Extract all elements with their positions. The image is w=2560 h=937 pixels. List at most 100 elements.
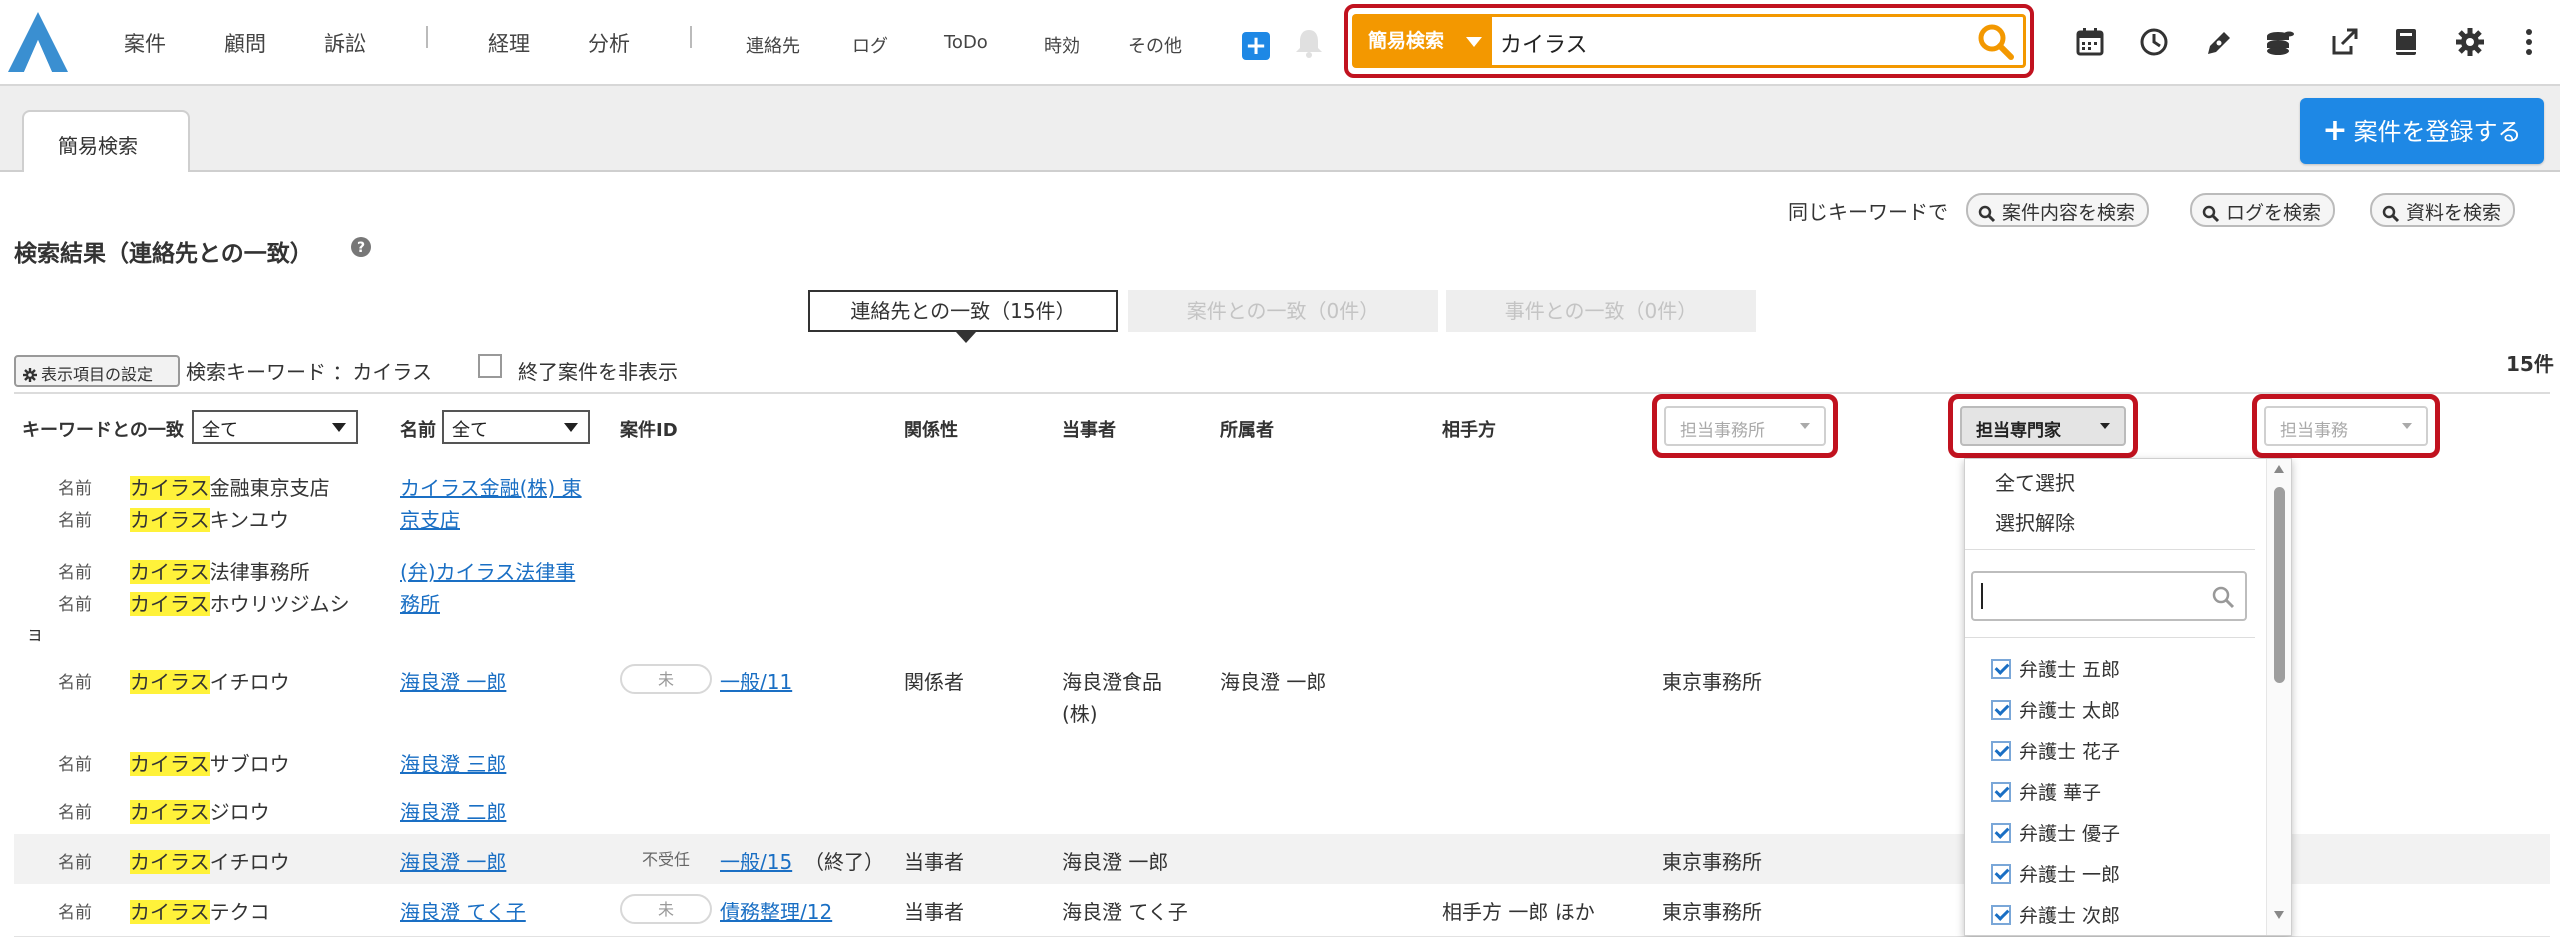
match-value: カイラステクコ (130, 896, 270, 925)
tab-contact-match[interactable]: 連絡先との一致（15件） (808, 290, 1118, 343)
match-field-label: 名前 (58, 903, 92, 923)
expert-option[interactable]: 弁護士 太郎 (1991, 696, 2120, 723)
match-rest: ホウリツジムシ (209, 592, 350, 616)
expert-option[interactable]: 弁護士 花子 (1991, 737, 2120, 764)
expert-option[interactable]: 弁護士 次郎 (1991, 901, 2120, 928)
chevron-down-icon (2402, 423, 2412, 429)
nav-item-todo[interactable]: ToDo (944, 32, 988, 53)
case-id-link[interactable]: 一般/11 (720, 666, 792, 695)
contact-name-link[interactable]: 海良澄 二郎 (400, 796, 506, 825)
checkbox-checked-icon (1991, 782, 2011, 802)
dropdown-divider (1965, 637, 2255, 638)
checkbox-checked-icon (1991, 659, 2011, 679)
search-input[interactable] (1498, 25, 1942, 61)
office-cell: 東京事務所 (1662, 670, 1762, 694)
expert-option[interactable]: 弁護 華子 (1991, 778, 2101, 805)
expert-option[interactable]: 弁護士 優子 (1991, 819, 2120, 846)
bell-icon[interactable] (1292, 26, 1326, 60)
select-all-option[interactable]: 全て選択 (1995, 467, 2075, 496)
gear-icon[interactable] (2452, 24, 2488, 60)
result-count: 15件 (2506, 352, 2554, 376)
nav-item-cases[interactable]: 案件 (124, 28, 166, 58)
contact-name-link[interactable]: 務所 (400, 588, 440, 617)
name-filter[interactable]: 全て (442, 410, 590, 444)
contact-name-link[interactable]: 京支店 (400, 504, 460, 533)
expert-option[interactable]: 弁護士 五郎 (1991, 655, 2120, 682)
checkbox-checked-icon (1991, 823, 2011, 843)
contact-name-link[interactable]: 海良澄 一郎 (400, 666, 506, 695)
case-id-link[interactable]: 債務整理/12 (720, 896, 832, 925)
help-icon[interactable]: ? (350, 236, 372, 258)
expert-filter-label: 担当専門家 (1976, 421, 2061, 441)
expert-filter-button[interactable]: 担当専門家 (1960, 406, 2126, 446)
search-documents-button[interactable]: 資料を検索 (2370, 193, 2516, 227)
chevron-down-icon (2100, 423, 2110, 429)
register-case-button[interactable]: + 案件を登録する (2300, 98, 2544, 164)
case-closed-suffix: （終了） (804, 850, 884, 874)
contact-name-link[interactable]: 海良澄 三郎 (400, 748, 506, 777)
coins-icon[interactable] (2262, 24, 2298, 60)
keyword-highlight: カイラス (130, 560, 210, 584)
deselect-all-option[interactable]: 選択解除 (1995, 507, 2075, 536)
contact-name-link[interactable]: 海良澄 一郎 (400, 846, 506, 875)
keyword-match-filter-value: 全て (202, 420, 238, 441)
office-cell: 東京事務所 (1662, 900, 1762, 924)
dropdown-search-input[interactable] (1971, 571, 2247, 621)
header-name: 名前 (400, 420, 436, 441)
tab-pointer (956, 332, 976, 343)
pen-icon[interactable] (2200, 24, 2236, 60)
match-field-label: 名前 (58, 755, 92, 775)
scroll-down-icon[interactable] (2274, 911, 2284, 919)
match-rest: 法律事務所 (209, 560, 310, 584)
office-filter-button[interactable]: 担当事務所 (1664, 406, 1826, 446)
match-value: カイラス金融東京支店 (130, 472, 330, 501)
tab-simple-search[interactable]: 簡易検索 (22, 110, 190, 172)
case-id-link[interactable]: 一般/15 (720, 846, 792, 875)
keyword-highlight: カイラス (130, 800, 210, 824)
header-party: 当事者 (1062, 420, 1116, 441)
app-logo[interactable] (6, 10, 70, 74)
search-scope-dropdown[interactable]: 簡易検索 (1352, 14, 1492, 68)
export-icon[interactable] (2326, 24, 2362, 60)
contact-name-link[interactable]: 海良澄 てく子 (400, 896, 526, 925)
nav-item-logs[interactable]: ログ (852, 32, 888, 58)
scroll-up-icon[interactable] (2274, 465, 2284, 473)
search-icon[interactable] (1976, 22, 2016, 62)
scrollbar-thumb[interactable] (2274, 487, 2285, 683)
calendar-icon[interactable] (2072, 24, 2108, 60)
keyword-match-filter[interactable]: 全て (192, 410, 358, 444)
clock-icon[interactable] (2136, 24, 2172, 60)
nav-item-limitation[interactable]: 時効 (1044, 32, 1080, 58)
contact-name-link[interactable]: カイラス金融(株) 東 (400, 472, 582, 501)
dropdown-scrollbar[interactable] (2266, 459, 2291, 935)
nav-item-contacts[interactable]: 連絡先 (746, 32, 800, 58)
match-value: カイラスイチロウ (130, 666, 290, 695)
quick-add-button[interactable]: + (1242, 32, 1270, 60)
expert-option[interactable]: 弁護士 一郎 (1991, 860, 2120, 887)
status-badge: 未 (620, 894, 712, 924)
search-case-content-label: 案件内容を検索 (2002, 202, 2136, 224)
nav-item-other[interactable]: その他 (1128, 32, 1182, 58)
nav-item-analysis[interactable]: 分析 (588, 28, 630, 58)
plus-icon: + (2322, 113, 2348, 148)
expert-option-label: 弁護士 五郎 (2019, 659, 2121, 681)
keyword-highlight: カイラス (130, 508, 210, 532)
column-settings-button[interactable]: 表示項目の設定 (14, 355, 180, 387)
checkbox-checked-icon (1991, 864, 2011, 884)
nav-item-litigation[interactable]: 訴訟 (324, 28, 366, 58)
tab-case-match[interactable]: 案件との一致（0件） (1128, 290, 1438, 332)
search-scope-label: 簡易検索 (1368, 30, 1445, 52)
more-vertical-icon[interactable] (2516, 24, 2542, 60)
search-logs-button[interactable]: ログを検索 (2190, 193, 2336, 227)
search-icon (2212, 586, 2235, 609)
book-icon[interactable] (2388, 24, 2424, 60)
contact-name-link[interactable]: (弁)カイラス法律事 (400, 556, 575, 585)
keyword-highlight: カイラス (130, 476, 210, 500)
tab-matter-match[interactable]: 事件との一致（0件） (1446, 290, 1756, 332)
hide-closed-checkbox[interactable] (478, 354, 502, 378)
nav-item-advisory[interactable]: 顧問 (224, 28, 266, 58)
search-icon (2202, 205, 2220, 223)
staff-filter-button[interactable]: 担当事務 (2264, 406, 2428, 446)
search-case-content-button[interactable]: 案件内容を検索 (1966, 193, 2150, 227)
nav-item-accounting[interactable]: 経理 (488, 28, 530, 58)
